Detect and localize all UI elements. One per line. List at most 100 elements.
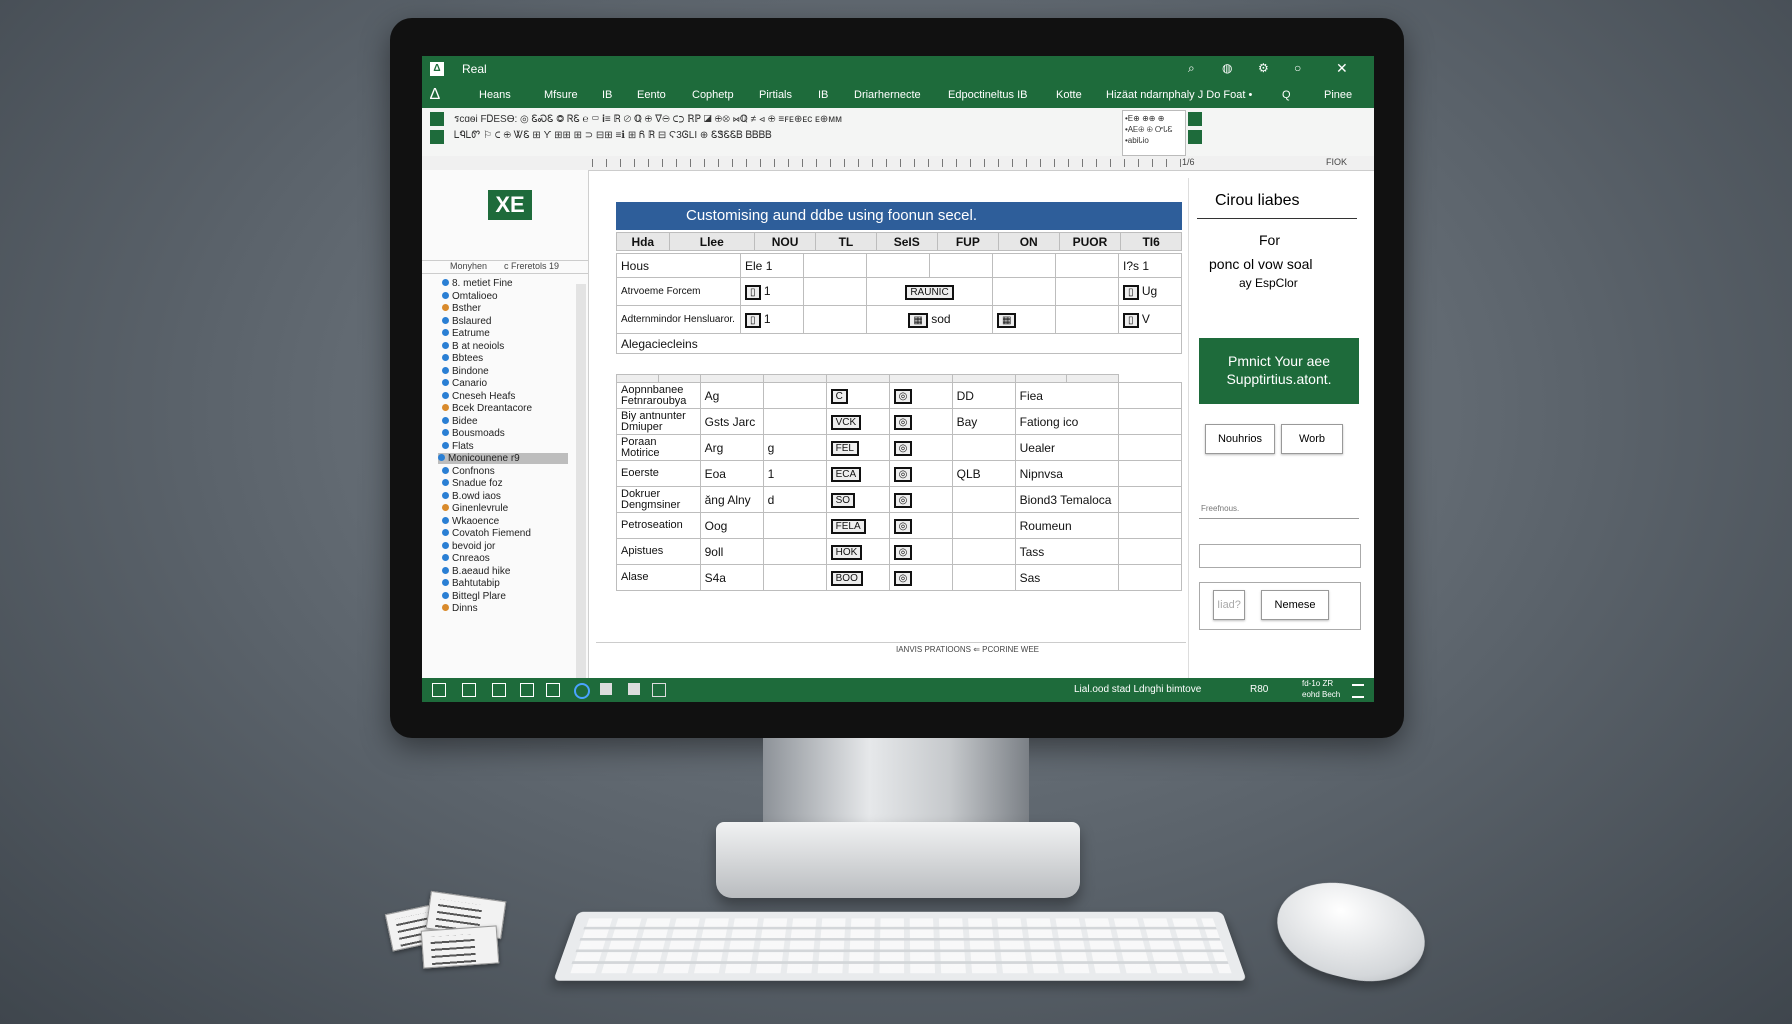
cell[interactable] [1119,513,1182,539]
cell[interactable] [804,306,867,334]
menu-item[interactable]: IB [818,89,828,101]
cell[interactable]: ▦ [993,306,1056,334]
cell[interactable]: ECA [826,461,889,487]
cell[interactable]: ◎ [889,539,952,565]
cell[interactable] [867,254,930,278]
ribbon-row-2[interactable]: ᏞᏄᏞᏛ ⚐ ⊂ ⊕ ᏔᏋ ⊞ ϒ ⊞⊞ ⊞ ⊃ ⊟⊞ ≡ℹ ⊞ Ᏺ ℝ ⊟ Ϛ… [454,130,1104,141]
promo-box[interactable]: Pmnict Your aee Supptirtius.atont. [1199,338,1359,404]
cell[interactable]: Atrvoeme Forcem [617,278,741,306]
doc-icon[interactable]: ▯ [745,313,761,328]
row-icon[interactable]: ◎ [894,441,913,456]
menu-item[interactable]: Hizäat ndarnphaly J Do Foat • [1106,89,1252,101]
tree-item[interactable]: Monicounene r9 [438,453,568,464]
menu-item[interactable]: Q [1282,89,1291,101]
row-icon[interactable]: ◎ [894,493,913,508]
cell-badge[interactable]: FEL [831,441,859,456]
cell[interactable]: Dokruer Dengmsiner [617,487,701,513]
format-icon[interactable] [1188,112,1202,126]
cell[interactable]: Petroseation [617,513,701,539]
column-header[interactable]: TI6 [1121,233,1182,251]
column-header[interactable]: Hda [617,233,670,251]
tree-item[interactable]: Snadue foz [442,478,503,489]
tree-item[interactable]: Eatrume [442,328,490,339]
cell[interactable] [952,513,1015,539]
tree-item[interactable]: Bslaured [442,316,491,327]
cell-badge[interactable]: BOO [831,571,863,586]
column-header[interactable]: SeIS [876,233,937,251]
status-icon[interactable] [432,683,446,697]
menu-item[interactable]: Cophetp [692,89,734,101]
row-icon[interactable]: ◎ [894,571,913,586]
cell[interactable]: Alegaciecleins [617,334,1182,354]
cell[interactable] [952,487,1015,513]
paste-icon[interactable] [430,112,444,126]
cell[interactable]: FEL [826,435,889,461]
scrollbar[interactable] [576,284,586,690]
column-header[interactable]: Llee [669,233,754,251]
tree-item[interactable]: Bindone [442,366,489,377]
cell[interactable]: HOK [826,539,889,565]
cell[interactable]: Poraan Motirice [617,435,701,461]
cell-badge[interactable]: ECA [831,467,862,482]
zoom-level[interactable]: R80 [1250,684,1268,695]
cell[interactable]: Ag [700,383,763,409]
menu-item[interactable]: Heans [479,89,511,101]
cell[interactable]: Roumeun [1015,513,1118,539]
tree-item[interactable]: Wkaoence [442,516,499,527]
grid-icon[interactable]: ▦ [997,313,1016,328]
menu-item[interactable]: Pirtials [759,89,792,101]
cell[interactable]: SO [826,487,889,513]
cell-badge[interactable]: VCK [831,415,862,430]
cell[interactable] [1119,409,1182,435]
cell[interactable] [1056,306,1119,334]
tree-item[interactable]: Bcek Dreantacore [442,403,532,414]
cell[interactable]: BOO [826,565,889,591]
cell[interactable]: Bay [952,409,1015,435]
cell[interactable] [1119,565,1182,591]
minimize-icon[interactable]: ○ [1294,61,1301,75]
cell[interactable]: ▦ sod [867,306,993,334]
cell[interactable]: Fiea [1015,383,1118,409]
cell[interactable]: Oog [700,513,763,539]
menu-item[interactable]: Kotte [1056,89,1082,101]
menu-item[interactable]: Pinee [1324,89,1352,101]
cell[interactable]: I?s 1 [1119,254,1182,278]
column-header[interactable]: ON [998,233,1059,251]
tree-item[interactable]: B at neoiols [442,341,504,352]
status-icon[interactable] [652,683,666,697]
cell[interactable]: d [763,487,826,513]
cell[interactable]: 9oll [700,539,763,565]
cell[interactable]: ▯ 1 [741,278,804,306]
cell[interactable]: ▯ 1 [741,306,804,334]
column-header[interactable]: NOU [754,233,815,251]
cell[interactable]: ▯ Ug [1119,278,1182,306]
rename-button[interactable]: Nemese [1261,590,1329,620]
cut-icon[interactable] [430,130,444,144]
cell[interactable]: Eoa [700,461,763,487]
doc-icon[interactable]: ▯ [1123,313,1139,328]
cell[interactable]: ◎ [889,565,952,591]
cell[interactable] [804,254,867,278]
cell[interactable]: Uealer [1015,435,1118,461]
tree-item[interactable]: Bousmoads [442,428,505,439]
row-icon[interactable]: ◎ [894,545,913,560]
cell[interactable]: Tass [1015,539,1118,565]
menu-item[interactable]: Edpoctineltus IB [948,89,1028,101]
text-input[interactable] [1199,544,1361,568]
cell[interactable]: Hous [617,254,741,278]
styles-box[interactable]: •E⊕ ⊕⊕ ⊕ •AᎬ⊕ ⊕ ᏅᏓᏋ •abiᏓio [1122,110,1186,156]
menu-icon[interactable] [1352,684,1364,698]
tree-item[interactable]: Dinns [442,603,478,614]
cell[interactable]: Apistues [617,539,701,565]
cell[interactable]: Adternmindor Hensluaror. [617,306,741,334]
doc-icon[interactable]: ▯ [745,285,761,300]
cell[interactable]: Aopnnbanee Fetnraroubya [617,383,701,409]
cell[interactable]: Ele 1 [741,254,804,278]
status-icon[interactable] [462,683,476,697]
cell[interactable]: ǎng Alny [700,487,763,513]
cell[interactable]: Nipnvsa [1015,461,1118,487]
cell[interactable] [993,278,1056,306]
cell[interactable]: Arg [700,435,763,461]
status-icon[interactable] [628,683,640,695]
tree-item[interactable]: Bbtees [442,353,483,364]
